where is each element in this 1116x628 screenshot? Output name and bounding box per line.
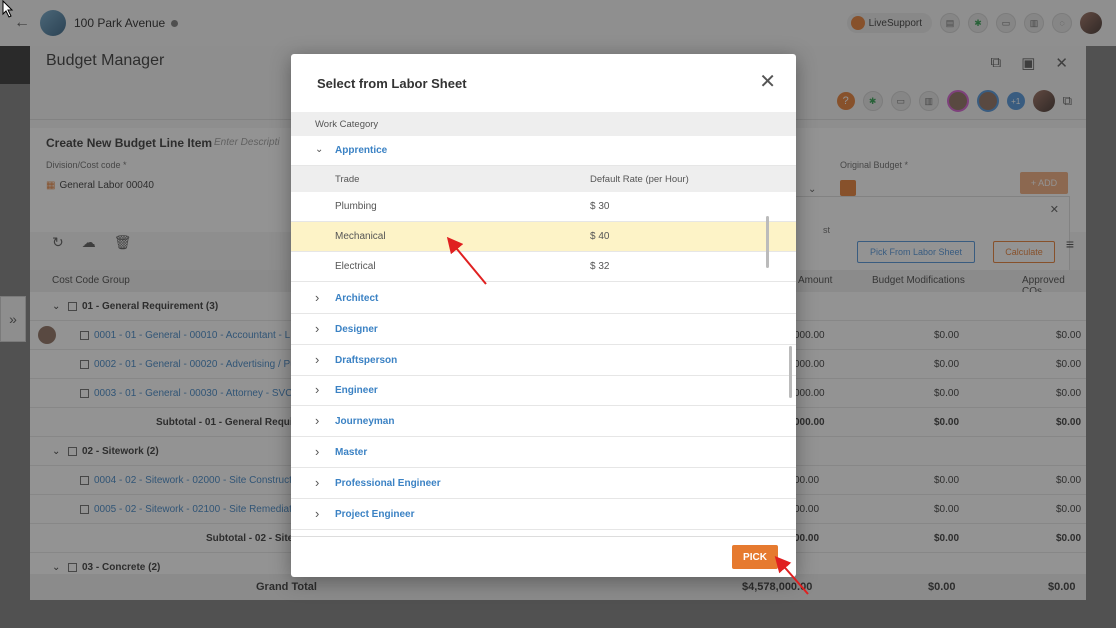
chevron-right-icon[interactable]: ›: [315, 321, 319, 336]
labor-sheet-list[interactable]: ⌄ Apprentice Trade Default Rate (per Hou…: [291, 136, 796, 536]
trade-name: Mechanical: [335, 231, 386, 242]
category-apprentice[interactable]: ⌄ Apprentice: [291, 136, 796, 166]
category-row[interactable]: › Architect: [291, 284, 796, 314]
category-label: Professional Engineer: [335, 477, 441, 489]
trade-row[interactable]: Plumbing $ 30: [291, 192, 796, 222]
chevron-right-icon[interactable]: ›: [315, 290, 319, 305]
category-label: Engineer: [335, 385, 378, 397]
category-row[interactable]: › Professional Engineer: [291, 469, 796, 499]
scrollbar[interactable]: [766, 216, 769, 268]
category-label: Draftsperson: [335, 354, 398, 366]
scrollbar[interactable]: [789, 346, 792, 398]
modal-title: Select from Labor Sheet: [317, 76, 467, 91]
trade-name: Electrical: [335, 261, 376, 272]
category-label: Designer: [335, 323, 378, 335]
category-row[interactable]: › Master: [291, 438, 796, 468]
category-row[interactable]: › Designer: [291, 315, 796, 345]
work-category-header: Work Category: [291, 112, 796, 136]
category-label: Project Engineer: [335, 508, 415, 520]
category-label: Apprentice: [335, 145, 388, 156]
chevron-right-icon[interactable]: ›: [315, 382, 319, 397]
category-label: Master: [335, 447, 368, 458]
rate-header: Default Rate (per Hour): [590, 174, 689, 185]
labor-sheet-modal: Select from Labor Sheet ✕ Work Category …: [291, 54, 796, 577]
pick-button[interactable]: PICK: [732, 545, 778, 569]
trade-row[interactable]: Mechanical $ 40: [291, 222, 796, 252]
chevron-right-icon[interactable]: ›: [315, 475, 319, 490]
trade-table-header: Trade Default Rate (per Hour): [291, 166, 796, 192]
chevron-right-icon[interactable]: ›: [315, 506, 319, 521]
category-label: Journeyman: [335, 416, 395, 428]
trade-rate: $ 32: [590, 261, 610, 272]
chevron-right-icon[interactable]: ›: [315, 352, 319, 367]
modal-footer: PICK: [291, 536, 796, 577]
trade-name: Plumbing: [335, 201, 377, 212]
trade-header: Trade: [335, 174, 360, 185]
category-row[interactable]: › Journeyman: [291, 407, 796, 438]
close-icon[interactable]: ✕: [759, 72, 776, 92]
trade-rate: $ 40: [590, 231, 610, 242]
chevron-right-icon[interactable]: ›: [315, 413, 319, 428]
category-row[interactable]: › Draftsperson: [291, 346, 796, 376]
category-row[interactable]: › Engineer: [291, 376, 796, 407]
category-row[interactable]: › Project Engineer: [291, 500, 796, 530]
chevron-down-icon[interactable]: ⌄: [315, 144, 323, 155]
chevron-right-icon[interactable]: ›: [315, 444, 319, 459]
trade-row[interactable]: Electrical $ 32: [291, 252, 796, 282]
trade-rate: $ 30: [590, 201, 610, 212]
category-label: Architect: [335, 293, 379, 304]
mouse-cursor-icon: [2, 0, 14, 18]
